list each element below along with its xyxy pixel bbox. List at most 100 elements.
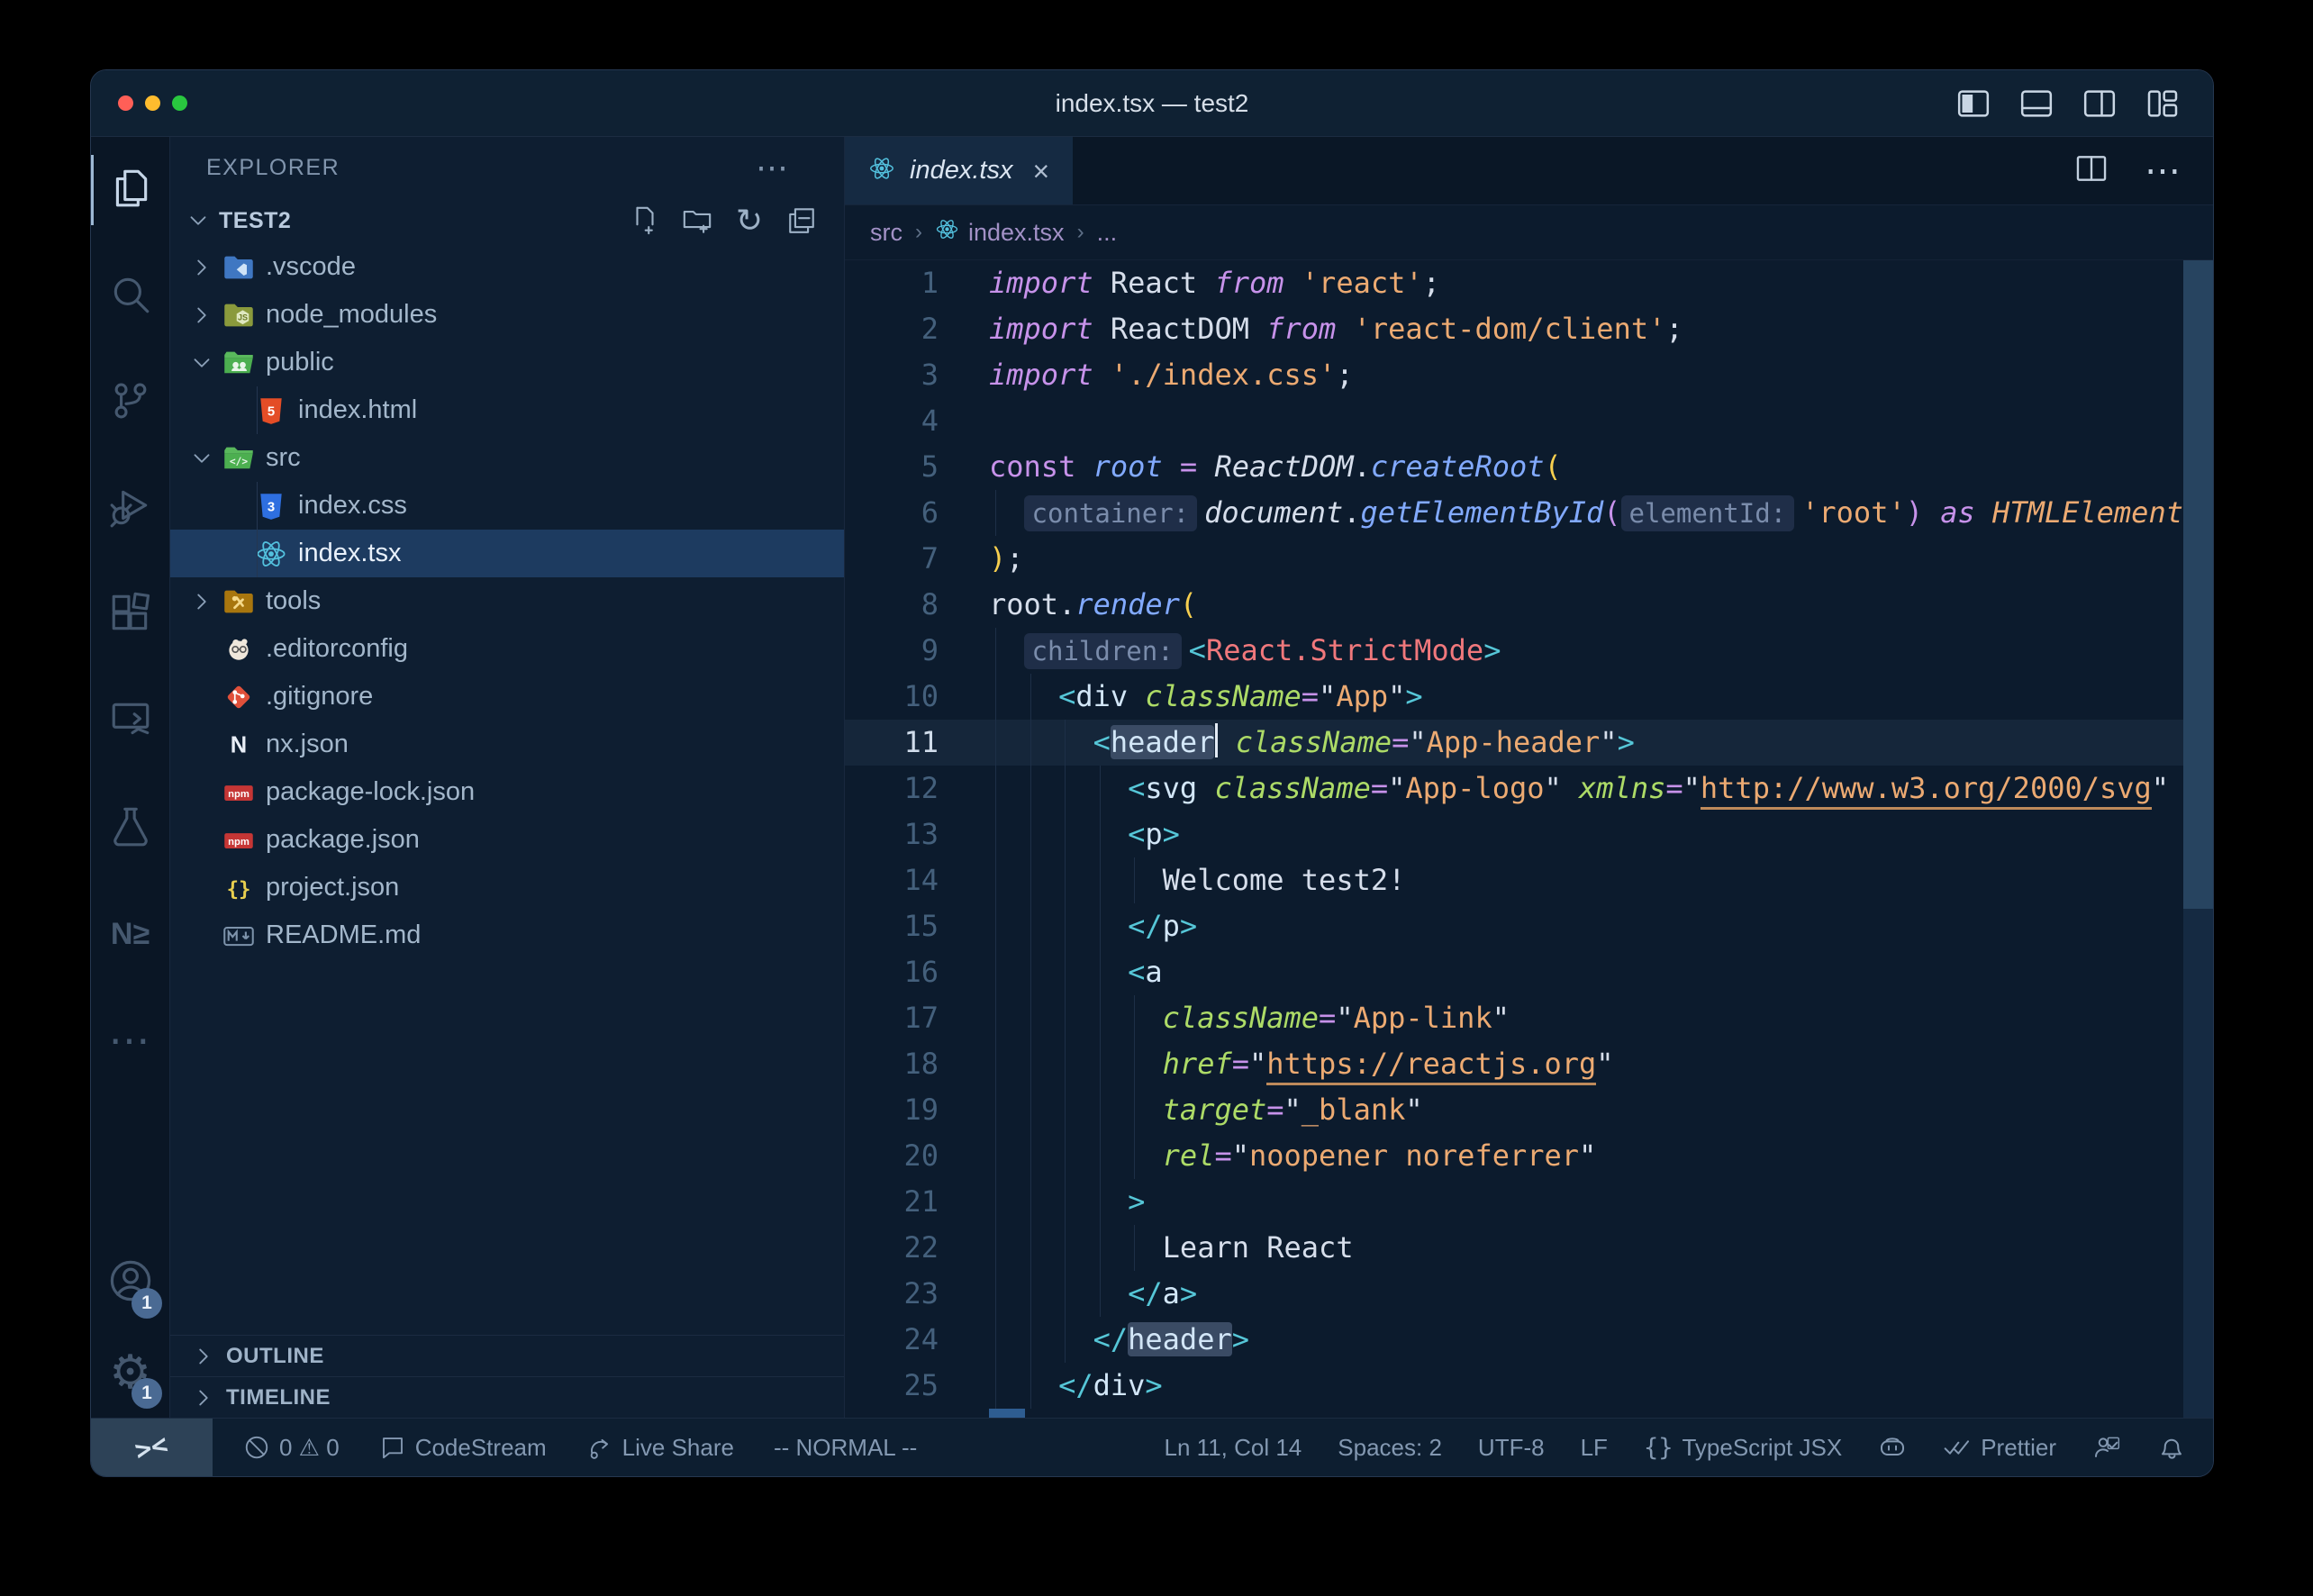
zoom-window-button[interactable]	[172, 95, 187, 111]
activity-item-accounts[interactable]: 1	[91, 1238, 169, 1328]
code-line-7[interactable]: 7);	[845, 536, 2213, 582]
status-prettier[interactable]: Prettier	[1943, 1433, 2056, 1462]
split-editor-icon[interactable]	[2074, 151, 2109, 190]
file-tree-item-index-css[interactable]: 3index.css	[170, 482, 844, 530]
file-tree-item-tools[interactable]: tools	[170, 577, 844, 625]
code-line-9[interactable]: 9 children:<React.StrictMode>	[845, 628, 2213, 674]
file-tree-item-editorconfig[interactable]: .editorconfig	[170, 625, 844, 673]
breadcrumb-item-index-tsx[interactable]: index.tsx	[935, 217, 1065, 248]
status-eol[interactable]: LF	[1581, 1434, 1608, 1462]
file-tree-item-project-json[interactable]: {}project.json	[170, 864, 844, 911]
status-indentation[interactable]: Spaces: 2	[1338, 1434, 1442, 1462]
file-tree-item-package-lock-json[interactable]: npmpackage-lock.json	[170, 768, 844, 816]
file-label: tools	[266, 586, 321, 616]
file-tree-item-src[interactable]: </>src	[170, 434, 844, 482]
editor-more-icon[interactable]: ⋯	[2145, 150, 2182, 192]
new-file-icon[interactable]	[628, 204, 662, 238]
code-line-14[interactable]: 14 Welcome test2!	[845, 857, 2213, 903]
code-line-1[interactable]: 1import React from 'react';	[845, 260, 2213, 306]
workspace-section-header[interactable]: TEST2 ↻	[170, 198, 844, 243]
code-line-25[interactable]: 25 </div>	[845, 1363, 2213, 1409]
activity-item-nx-console[interactable]: N≥	[91, 881, 169, 987]
status-problems[interactable]: 0 ⚠ 0	[243, 1434, 340, 1462]
explorer-more-icon[interactable]: ⋯	[756, 149, 790, 186]
code-line-18[interactable]: 18 href="https://reactjs.org"	[845, 1041, 2213, 1087]
remote-indicator[interactable]: ><	[91, 1419, 213, 1476]
code-line-24[interactable]: 24 </header>	[845, 1317, 2213, 1363]
code-line-15[interactable]: 15 </p>	[845, 903, 2213, 949]
code-line-10[interactable]: 10 <div className="App">	[845, 674, 2213, 720]
file-tree-item-vscode[interactable]: .vscode	[170, 243, 844, 291]
code-line-17[interactable]: 17 className="App-link"	[845, 995, 2213, 1041]
code-line-13[interactable]: 13 <p>	[845, 812, 2213, 857]
activity-item-testing[interactable]	[91, 775, 169, 881]
file-tree-item-index-tsx[interactable]: index.tsx	[170, 530, 844, 577]
file-tree-item-node-modules[interactable]: JSnode_modules	[170, 291, 844, 339]
activity-item-more[interactable]: ⋯	[91, 987, 169, 1093]
activity-item-explorer[interactable]	[91, 137, 169, 243]
file-tree-item-index-html[interactable]: 5index.html	[170, 386, 844, 434]
toggle-secondary-sidebar-icon[interactable]	[2082, 86, 2118, 122]
activity-item-search[interactable]	[91, 243, 169, 349]
run-debug-icon	[108, 485, 153, 534]
scrollbar-slider[interactable]	[2183, 260, 2213, 909]
folder-vscode-icon	[221, 249, 257, 286]
timeline-panel-header[interactable]: TIMELINE	[170, 1376, 844, 1418]
feedback-icon	[2092, 1433, 2121, 1462]
close-window-button[interactable]	[118, 95, 133, 111]
file-tree-item-readme-md[interactable]: README.md	[170, 911, 844, 959]
tab-index-tsx[interactable]: index.tsx ×	[845, 137, 1073, 204]
activity-item-settings[interactable]: ⚙1	[91, 1328, 169, 1418]
activity-item-run-debug[interactable]	[91, 456, 169, 562]
breadcrumb-separator: ›	[915, 220, 922, 245]
refresh-icon[interactable]: ↻	[732, 204, 766, 238]
collapse-all-icon[interactable]	[785, 204, 819, 238]
new-folder-icon[interactable]	[680, 204, 714, 238]
customize-layout-icon[interactable]	[2145, 86, 2181, 122]
code-line-21[interactable]: 21 >	[845, 1179, 2213, 1225]
code-line-4[interactable]: 4	[845, 398, 2213, 444]
code-line-19[interactable]: 19 target="_blank"	[845, 1087, 2213, 1133]
code-line-5[interactable]: 5const root = ReactDOM.createRoot(	[845, 444, 2213, 490]
code-line-8[interactable]: 8root.render(	[845, 582, 2213, 628]
file-tree-item-gitignore[interactable]: .gitignore	[170, 673, 844, 721]
breadcrumb-item--[interactable]: ...	[1097, 219, 1118, 247]
file-tree-item-nx-json[interactable]: Nnx.json	[170, 721, 844, 768]
toggle-primary-sidebar-icon[interactable]	[1955, 86, 1991, 122]
copilot-icon	[1878, 1433, 1907, 1462]
code-line-20[interactable]: 20 rel="noopener noreferrer"	[845, 1133, 2213, 1179]
status-notifications[interactable]	[2157, 1433, 2186, 1462]
code-line-12[interactable]: 12 <svg className="App-logo" xmlns="http…	[845, 766, 2213, 812]
extensions-icon	[108, 591, 153, 640]
code-line-23[interactable]: 23 </a>	[845, 1271, 2213, 1317]
activity-item-extensions[interactable]	[91, 562, 169, 668]
minimize-window-button[interactable]	[145, 95, 160, 111]
code-line-2[interactable]: 2import ReactDOM from 'react-dom/client'…	[845, 306, 2213, 352]
outline-panel-header[interactable]: OUTLINE	[170, 1335, 844, 1376]
code-line-6[interactable]: 6 container:document.getElementById(elem…	[845, 490, 2213, 536]
file-tree-item-package-json[interactable]: npmpackage.json	[170, 816, 844, 864]
code-line-11[interactable]: 11 <header className="App-header">	[845, 720, 2213, 766]
code-line-16[interactable]: 16 <a	[845, 949, 2213, 995]
activity-item-remote-explorer[interactable]	[91, 668, 169, 775]
file-tree-item-public[interactable]: public	[170, 339, 844, 386]
code-editor[interactable]: 1import React from 'react';2import React…	[845, 260, 2213, 1418]
status-copilot[interactable]	[1878, 1433, 1907, 1462]
toggle-panel-icon[interactable]	[2018, 86, 2054, 122]
status-cursor-position[interactable]: Ln 11, Col 14	[1165, 1434, 1302, 1462]
status-vim-mode[interactable]: -- NORMAL --	[774, 1434, 917, 1462]
status-liveshare[interactable]: Live Share	[586, 1434, 734, 1462]
breadcrumb-item-src[interactable]: src	[870, 219, 903, 247]
code-line-22[interactable]: 22 Learn React	[845, 1225, 2213, 1271]
more-icon: ⋯	[109, 1016, 152, 1065]
selection-marker	[989, 1409, 1025, 1418]
activity-item-source-control[interactable]	[91, 349, 169, 456]
status-encoding[interactable]: UTF-8	[1478, 1434, 1545, 1462]
code-line-3[interactable]: 3import './index.css';	[845, 352, 2213, 398]
status-label: Live Share	[622, 1434, 734, 1462]
close-tab-icon[interactable]: ×	[1032, 157, 1049, 186]
status-feedback[interactable]	[2092, 1433, 2121, 1462]
code-line-26[interactable]: 26 </React.StrictMode>	[845, 1409, 2213, 1418]
status-language-mode[interactable]: {}TypeScript JSX	[1644, 1434, 1842, 1462]
status-codestream[interactable]: CodeStream	[379, 1434, 547, 1462]
